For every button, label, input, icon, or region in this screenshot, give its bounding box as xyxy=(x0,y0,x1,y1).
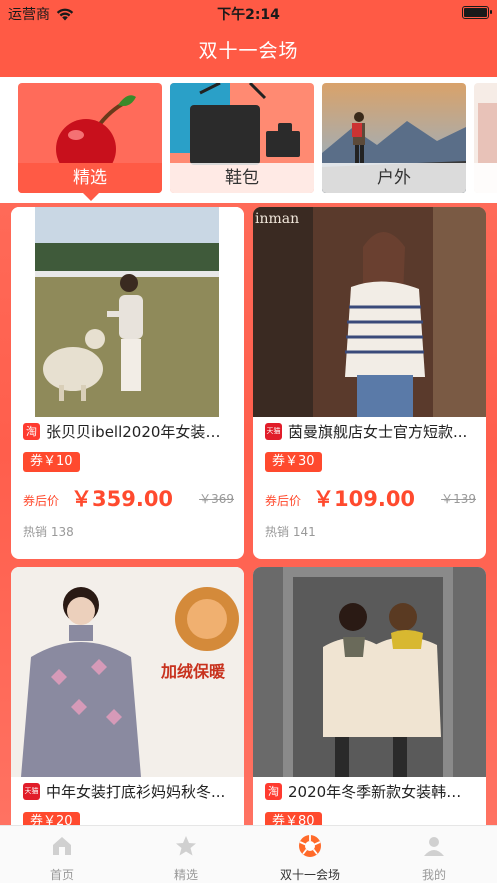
tmall-icon: 天猫 xyxy=(265,423,282,440)
product-image: 加绒保暖 xyxy=(11,567,244,777)
product-title: 中年女装打底衫妈妈秋冬... xyxy=(46,783,226,801)
product-title-row: 天猫 中年女装打底衫妈妈秋冬... xyxy=(23,781,234,802)
page-title: 双十一会场 xyxy=(198,40,299,62)
price-label: 券后价 xyxy=(265,494,302,508)
status-bar: 运营商 下午2:14 xyxy=(0,0,497,26)
user-icon xyxy=(424,837,444,856)
taobao-icon: 淘 xyxy=(265,783,282,800)
price: ￥359.00 xyxy=(71,487,174,511)
product-image xyxy=(253,567,486,777)
product-card[interactable]: inman 天猫 茵曼旗舰店女士官方短款... 券￥30 券后价 ￥109.00… xyxy=(253,207,486,559)
category-label xyxy=(474,163,497,193)
category-strip: 精选 鞋包 户外 xyxy=(0,77,497,203)
header-bar: 运营商 下午2:14 双十一会场 xyxy=(0,0,497,77)
coupon-badge: 券￥30 xyxy=(265,452,322,472)
tab-label: 精选 xyxy=(173,868,198,882)
product-title: 2020年冬季新款女装韩版i... xyxy=(288,783,476,801)
tab-label: 双十一会场 xyxy=(279,868,340,882)
category-tab-bags[interactable]: 鞋包 xyxy=(170,83,314,193)
tab-bar: 首页 精选 双十一会场 我的 xyxy=(0,825,497,883)
sales-count: 热销 138 xyxy=(23,525,74,539)
tmall-icon: 天猫 xyxy=(23,783,40,800)
category-tab-outdoor[interactable]: 户外 xyxy=(322,83,466,193)
star-icon xyxy=(176,836,196,856)
original-price: ￥139 xyxy=(441,492,476,506)
svg-text:inman: inman xyxy=(255,211,299,227)
coupon-badge: 券￥10 xyxy=(23,452,80,472)
camera-shutter-icon xyxy=(299,835,321,857)
svg-text:加绒保暖: 加绒保暖 xyxy=(160,662,226,681)
product-title-row: 淘 张贝贝ibell2020年女装新... xyxy=(23,421,234,442)
active-indicator xyxy=(83,193,99,201)
category-tab-featured[interactable]: 精选 xyxy=(18,83,162,193)
sales-count: 热销 141 xyxy=(265,525,316,539)
tab-label: 首页 xyxy=(49,868,74,882)
product-image: inman xyxy=(253,207,486,417)
price-label: 券后价 xyxy=(23,494,60,508)
home-icon xyxy=(53,837,71,855)
product-card[interactable]: 淘 2020年冬季新款女装韩版i... 券￥80 xyxy=(253,567,486,825)
product-card[interactable]: 加绒保暖 天猫 中年女装打底衫妈妈秋冬... 券￥20 xyxy=(11,567,244,825)
product-card[interactable]: 淘 张贝贝ibell2020年女装新... 券￥10 券后价 ￥359.00 ￥… xyxy=(11,207,244,559)
product-title: 茵曼旗舰店女士官方短款... xyxy=(288,423,468,441)
category-label: 鞋包 xyxy=(170,163,314,193)
tab-home[interactable]: 首页 xyxy=(0,826,124,883)
tab-double11[interactable]: 双十一会场 xyxy=(248,826,372,883)
battery-icon xyxy=(462,6,492,19)
original-price: ￥369 xyxy=(199,492,234,506)
product-image xyxy=(11,207,244,417)
coupon-badge: 券￥80 xyxy=(265,812,322,825)
category-tab-more[interactable] xyxy=(474,83,497,193)
price-row: 券后价 ￥359.00 ￥369 xyxy=(23,481,234,511)
product-grid: 淘 张贝贝ibell2020年女装新... 券￥10 券后价 ￥359.00 ￥… xyxy=(0,203,497,825)
tab-profile[interactable]: 我的 xyxy=(372,826,496,883)
tab-label: 我的 xyxy=(421,868,446,882)
tab-featured[interactable]: 精选 xyxy=(124,826,248,883)
price: ￥109.00 xyxy=(313,487,416,511)
taobao-icon: 淘 xyxy=(23,423,40,440)
price-row: 券后价 ￥109.00 ￥139 xyxy=(265,481,476,511)
product-title-row: 淘 2020年冬季新款女装韩版i... xyxy=(265,781,476,802)
product-title: 张贝贝ibell2020年女装新... xyxy=(46,423,234,441)
category-label: 精选 xyxy=(18,163,162,193)
coupon-badge: 券￥20 xyxy=(23,812,80,825)
category-label: 户外 xyxy=(322,163,466,193)
status-time: 下午2:14 xyxy=(217,7,280,23)
product-title-row: 天猫 茵曼旗舰店女士官方短款... xyxy=(265,421,476,442)
